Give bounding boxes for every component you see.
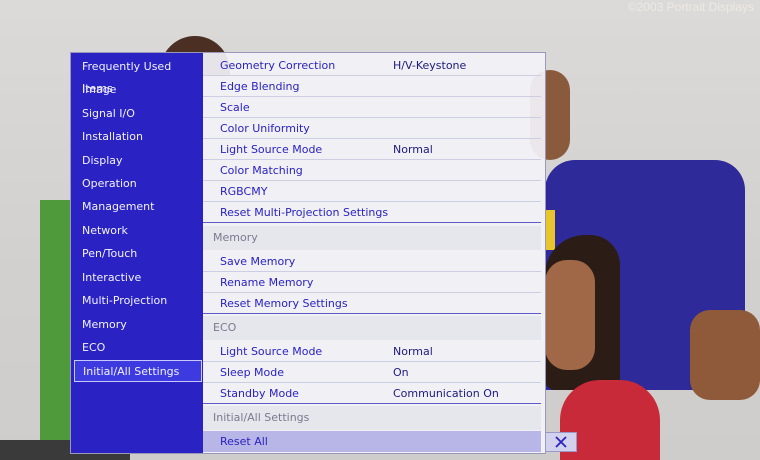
row-value: Normal <box>393 143 433 156</box>
sidebar-item-frequently-used-items[interactable]: Frequently Used Items <box>74 56 202 95</box>
menu-row-scale[interactable]: Scale <box>203 97 541 118</box>
category-sidebar: Frequently Used Items Image Signal I/O I… <box>71 53 203 453</box>
menu-row-standby-mode[interactable]: Standby Mode Communication On <box>203 383 541 404</box>
row-label: Scale <box>220 101 250 114</box>
menu-row-color-uniformity[interactable]: Color Uniformity <box>203 118 541 139</box>
menu-row-rgbcmy[interactable]: RGBCMY <box>203 181 541 202</box>
menu-row-save-memory[interactable]: Save Memory <box>203 251 541 272</box>
sidebar-item-operation[interactable]: Operation <box>74 173 202 195</box>
menu-row-sleep-mode[interactable]: Sleep Mode On <box>203 362 541 383</box>
sidebar-item-management[interactable]: Management <box>74 196 202 218</box>
section-header-memory: Memory <box>203 226 541 250</box>
menu-row-reset-memory-settings[interactable]: Reset Memory Settings <box>203 293 541 314</box>
sidebar-item-pen-touch[interactable]: Pen/Touch <box>74 243 202 265</box>
row-label: Reset Multi-Projection Settings <box>220 206 389 219</box>
row-value: On <box>393 366 409 379</box>
row-value: Communication On <box>393 387 499 400</box>
section-title: ECO <box>213 321 237 334</box>
sidebar-item-image[interactable]: Image <box>74 79 202 101</box>
close-x-icon <box>555 436 567 448</box>
row-value: Normal <box>393 345 433 358</box>
section-title: Memory <box>213 231 258 244</box>
sidebar-item-display[interactable]: Display <box>74 150 202 172</box>
row-label: Geometry Correction <box>220 59 336 72</box>
section-header-eco: ECO <box>203 316 541 340</box>
row-label: Reset Memory Settings <box>220 297 348 310</box>
menu-row-eco-light-source-mode[interactable]: Light Source Mode Normal <box>203 341 541 362</box>
menu-row-reset-all[interactable]: Reset All <box>203 431 541 452</box>
settings-panel: Geometry Correction H/V-Keystone Edge Bl… <box>203 53 545 453</box>
menu-row-light-source-mode[interactable]: Light Source Mode Normal <box>203 139 541 160</box>
sidebar-item-initial-all-settings[interactable]: Initial/All Settings <box>74 360 202 382</box>
menu-row-reset-multi-projection[interactable]: Reset Multi-Projection Settings <box>203 202 541 223</box>
sidebar-item-interactive[interactable]: Interactive <box>74 267 202 289</box>
projector-settings-menu: Frequently Used Items Image Signal I/O I… <box>70 52 546 454</box>
sidebar-item-memory[interactable]: Memory <box>74 314 202 336</box>
row-label: Sleep Mode <box>220 366 285 379</box>
sidebar-item-installation[interactable]: Installation <box>74 126 202 148</box>
row-value: H/V-Keystone <box>393 59 467 72</box>
row-label: Save Memory <box>220 255 296 268</box>
sidebar-item-eco[interactable]: ECO <box>74 337 202 359</box>
row-label: Color Uniformity <box>220 122 310 135</box>
sidebar-item-network[interactable]: Network <box>74 220 202 242</box>
section-header-initial-all-settings: Initial/All Settings <box>203 406 541 430</box>
copyright-watermark: ©2003 Portrait Displays <box>627 0 754 14</box>
menu-row-color-matching[interactable]: Color Matching <box>203 160 541 181</box>
row-label: Reset All <box>220 435 268 448</box>
sidebar-item-signal-io[interactable]: Signal I/O <box>74 103 202 125</box>
close-button[interactable] <box>545 432 577 452</box>
sidebar-item-multi-projection[interactable]: Multi-Projection <box>74 290 202 312</box>
row-label: Standby Mode <box>220 387 299 400</box>
row-label: Color Matching <box>220 164 303 177</box>
menu-row-rename-memory[interactable]: Rename Memory <box>203 272 541 293</box>
section-title: Initial/All Settings <box>213 411 310 424</box>
row-label: Rename Memory <box>220 276 314 289</box>
menu-row-geometry-correction[interactable]: Geometry Correction H/V-Keystone <box>203 55 541 76</box>
row-label: Light Source Mode <box>220 143 323 156</box>
row-label: Light Source Mode <box>220 345 323 358</box>
row-label: RGBCMY <box>220 185 268 198</box>
menu-row-edge-blending[interactable]: Edge Blending <box>203 76 541 97</box>
row-label: Edge Blending <box>220 80 300 93</box>
